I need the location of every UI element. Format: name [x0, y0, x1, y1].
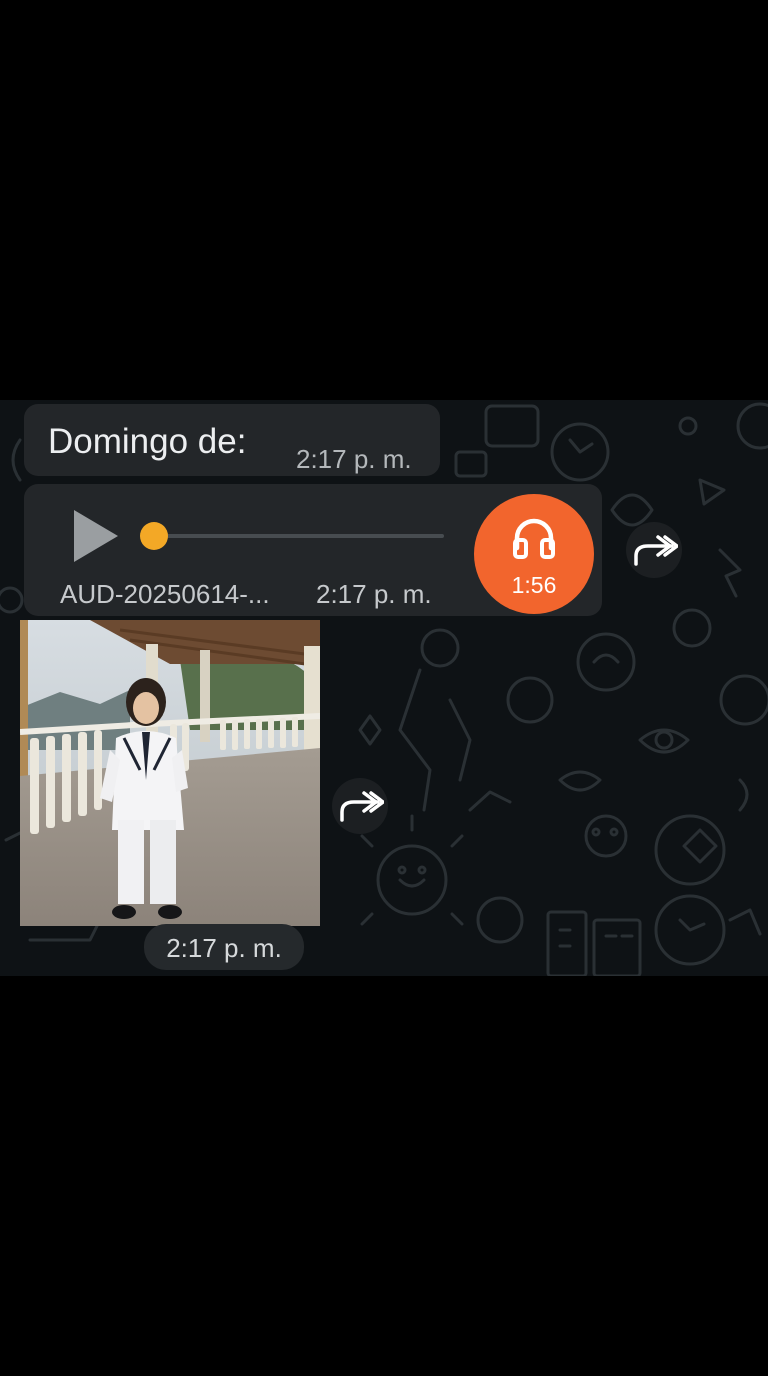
audio-duration: 1:56 — [511, 572, 557, 598]
image-timestamp-pill: 2:17 p. m. — [144, 924, 304, 970]
headphones-icon — [513, 518, 555, 559]
audio-seek-knob[interactable] — [140, 522, 168, 550]
forward-audio-button[interactable] — [626, 522, 682, 578]
forward-image-button[interactable] — [332, 778, 388, 834]
forward-icon — [634, 535, 678, 566]
audio-timestamp: 2:17 p. m. — [316, 579, 432, 609]
forward-icon — [340, 791, 384, 822]
audio-filename: AUD-20250614-... — [60, 579, 270, 609]
image-message[interactable] — [20, 620, 320, 926]
message-timestamp: 2:17 p. m. — [296, 444, 412, 474]
text-message-bubble[interactable]: Domingo de: 2:17 p. m. — [24, 404, 440, 476]
chat-area: Domingo de: 2:17 p. m. AUD-20250614-... … — [0, 400, 768, 976]
message-text: Domingo de: — [48, 422, 247, 461]
audio-avatar-badge: 1:56 — [474, 494, 594, 614]
audio-seek-track[interactable] — [142, 534, 444, 538]
play-icon[interactable] — [70, 508, 122, 564]
image-timestamp: 2:17 p. m. — [166, 933, 282, 963]
